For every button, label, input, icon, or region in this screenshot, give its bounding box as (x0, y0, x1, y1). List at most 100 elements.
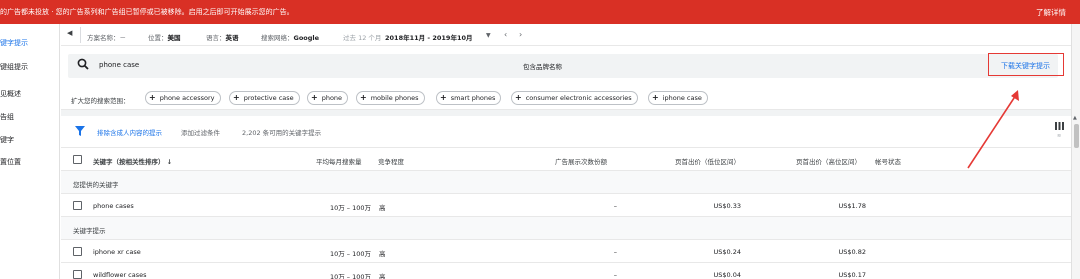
column-header-keyword[interactable]: 关键字（按相关性排序） ↓ (93, 156, 172, 166)
bid-high-cell: US$1.78 (838, 202, 867, 210)
plan-name[interactable]: 方案名称：－ (87, 32, 126, 42)
plan-filter-bar: ◀ 方案名称：－ 位置：美国 语言：英语 搜索网络：Google 过去 12 个… (61, 24, 1071, 46)
broaden-search-label: 扩大您的搜索范围： (71, 97, 130, 105)
broaden-chip[interactable]: + smart phones (436, 91, 502, 105)
plus-icon: + (311, 93, 318, 102)
sidebar-item-locations[interactable]: 置位置 (0, 157, 21, 167)
column-header-avg-searches[interactable]: 平均每月搜索量 (316, 156, 362, 166)
language-value: 英语 (225, 34, 239, 42)
bid-low-cell: US$0.24 (713, 248, 742, 256)
scroll-up-icon[interactable]: ▲ (1073, 115, 1077, 121)
competition-cell: 高 (379, 273, 386, 279)
sidebar-item-keyword-groups[interactable]: 键组提示 (0, 62, 28, 72)
broaden-chip[interactable]: + protective case (229, 91, 300, 105)
language-filter[interactable]: 语言：英语 (206, 32, 239, 42)
plus-icon: + (440, 93, 447, 102)
chip-label: phone (321, 94, 343, 102)
main-panel: ◀ 方案名称：－ 位置：美国 语言：英语 搜索网络：Google 过去 12 个… (61, 24, 1071, 279)
columns-icon[interactable] (1055, 122, 1064, 130)
column-header-bid-high[interactable]: 页首出价（高位区间） (796, 156, 861, 166)
broaden-search-row: 扩大您的搜索范围： + phone accessory + protective c… (61, 86, 1071, 110)
group-label: 关键字提示 (73, 227, 106, 235)
group-label: 您提供的关键字 (73, 181, 119, 189)
network-filter[interactable]: 搜索网络：Google (261, 32, 319, 42)
broaden-chip[interactable]: + iphone case (648, 91, 708, 105)
sidebar: 键字提示 键组提示 见概述 告组 键字 置位置 (0, 24, 60, 279)
keyword-cell: wildflower cases (93, 271, 147, 279)
result-count: 2,202 条可用的关键字提示 (242, 129, 322, 137)
bid-high-cell: US$0.82 (838, 248, 867, 256)
broaden-chip[interactable]: + phone accessory (145, 91, 221, 105)
table-row[interactable]: phone cases 10万 – 100万 高 – US$0.33 US$1.… (61, 194, 1071, 217)
chevron-down-icon[interactable]: ▼ (486, 32, 491, 39)
divider (80, 27, 81, 43)
search-row: phone case 包含品牌名称 下载关键字提示 (61, 46, 1071, 86)
search-query[interactable]: phone case (99, 61, 139, 69)
impression-share-cell: – (613, 202, 617, 210)
avg-searches-cell: 10万 – 100万 (329, 204, 371, 212)
chip-label: mobile phones (370, 94, 419, 102)
learn-more-link[interactable]: 了解详情 (1036, 7, 1066, 18)
add-filter-button[interactable]: 添加过滤条件 (181, 127, 220, 137)
row-checkbox[interactable] (73, 247, 82, 256)
exclude-adult-ideas-link[interactable]: 排除含成人内容的提示 (97, 127, 162, 137)
row-checkbox[interactable] (73, 270, 82, 279)
next-period-icon[interactable]: › (519, 30, 522, 39)
keyword-header-label: 关键字（按相关性排序） (93, 158, 165, 166)
banner-message: 的广告都未投放 · 您的广告系列和广告组已暂停或已被移除。启用之后即可开始展示您… (0, 8, 294, 16)
table-header-row: 关键字（按相关性排序） ↓ 平均每月搜索量 竞争程度 广告展示次数份额 页首出价… (61, 148, 1071, 171)
sidebar-item-keyword-ideas[interactable]: 键字提示 (0, 38, 28, 48)
location-filter[interactable]: 位置：美国 (148, 32, 181, 42)
impression-share-cell: – (613, 248, 617, 256)
table-toolbar: 排除含成人内容的提示 添加过滤条件 2,202 条可用的关键字提示 ≋ (61, 116, 1071, 148)
chip-label: iphone case (662, 94, 702, 102)
table-group-header: 您提供的关键字 (61, 171, 1071, 194)
sidebar-item-ad-groups[interactable]: 告组 (0, 112, 14, 122)
column-header-impression-share[interactable]: 广告展示次数份额 (555, 156, 607, 166)
search-icon (77, 58, 89, 70)
row-checkbox[interactable] (73, 201, 82, 210)
impression-share-cell: – (613, 271, 617, 279)
brand-names-toggle[interactable]: 包含品牌名称 (523, 61, 562, 71)
keyword-cell: iphone xr case (93, 248, 141, 256)
date-range-selector[interactable]: 2018年11月 - 2019年10月 (385, 32, 473, 42)
avg-searches-cell: 10万 – 100万 (329, 273, 371, 279)
annotation-highlight-box (988, 53, 1064, 76)
broaden-chip[interactable]: + consumer electronic accessories (511, 91, 638, 105)
column-header-bid-low[interactable]: 页首出价（低位区间） (675, 156, 740, 166)
collapse-sidebar-icon[interactable]: ◀ (67, 29, 72, 37)
competition-cell: 高 (379, 250, 386, 258)
table-row[interactable]: iphone xr case 10万 – 100万 高 – US$0.24 US… (61, 240, 1071, 263)
bid-low-cell: US$0.04 (713, 271, 742, 279)
scrollbar-thumb[interactable] (1074, 124, 1079, 148)
plus-icon: + (515, 93, 522, 102)
keyword-search-field[interactable] (68, 54, 1058, 78)
bid-low-cell: US$0.33 (713, 202, 742, 210)
avg-searches-cell: 10万 – 100万 (329, 250, 371, 258)
period-label: 过去 12 个月 (343, 34, 382, 42)
language-label: 语言： (206, 34, 226, 42)
plus-icon: + (149, 93, 156, 102)
network-value: Google (293, 34, 320, 42)
sidebar-item-overview[interactable]: 见概述 (0, 89, 21, 99)
location-label: 位置： (148, 34, 168, 42)
chip-label: consumer electronic accessories (525, 94, 632, 102)
table-group-header: 关键字提示 (61, 217, 1071, 240)
filter-icon[interactable] (75, 126, 85, 136)
sidebar-item-keywords[interactable]: 键字 (0, 135, 14, 145)
column-header-competition[interactable]: 竞争程度 (378, 156, 404, 166)
prev-period-icon[interactable]: ‹ (504, 30, 507, 39)
table-row[interactable]: wildflower cases 10万 – 100万 高 – US$0.04 … (61, 263, 1071, 279)
plus-icon: + (360, 93, 367, 102)
column-header-account-status[interactable]: 帐号状态 (875, 156, 901, 166)
chip-label: protective case (243, 94, 294, 102)
location-value: 美国 (167, 34, 181, 42)
chip-label: smart phones (450, 94, 496, 102)
chip-label: phone accessory (159, 94, 215, 102)
broaden-chip[interactable]: + phone (307, 91, 349, 105)
bid-high-cell: US$0.17 (838, 271, 867, 279)
select-all-checkbox[interactable] (73, 155, 82, 164)
vertical-scrollbar[interactable]: ▲ (1071, 24, 1080, 279)
columns-label-icon: ≋ (1057, 133, 1062, 139)
broaden-chip[interactable]: + mobile phones (356, 91, 425, 105)
